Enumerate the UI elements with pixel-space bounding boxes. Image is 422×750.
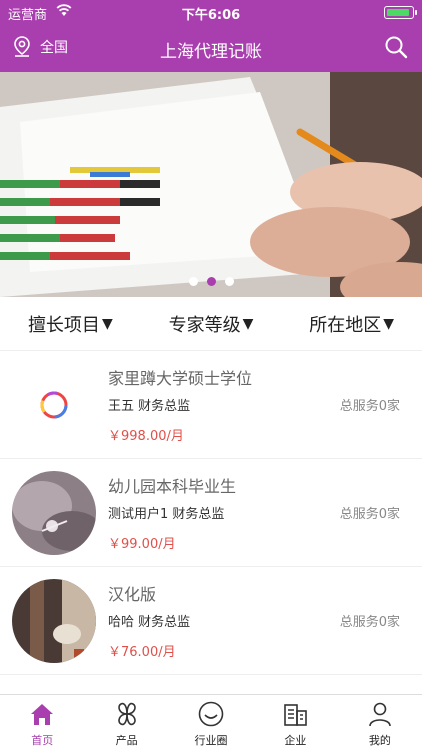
avatar [12, 579, 96, 663]
expert-role: 王五 财务总监 [108, 399, 191, 414]
list-item[interactable]: 幼儿园本科毕业生 测试用户1 财务总监 总服务0家 ￥99.00/月 [0, 459, 422, 567]
list-item[interactable]: 汉化版 哈哈 财务总监 总服务0家 ￥76.00/月 [0, 567, 422, 675]
avatar [12, 363, 96, 447]
tab-company[interactable]: 企业 [253, 695, 337, 750]
search-icon[interactable] [384, 35, 408, 59]
served-count: 总服务0家 [339, 507, 400, 522]
served-count: 总服务0家 [339, 615, 400, 630]
banner-image [0, 72, 422, 297]
tab-label: 首页 [31, 734, 54, 747]
filter-label: 专家等级 [168, 314, 241, 336]
app-screen: 运营商 下午6:06 全国 上海代理记账 擅长项目 ▼ 专家等级 ▼ 所在地区 … [0, 0, 422, 750]
product-icon [117, 702, 136, 726]
tab-label: 我的 [368, 734, 391, 747]
filter-bar: 擅长项目 ▼ 专家等级 ▼ 所在地区 ▼ [0, 297, 422, 351]
circle-icon [198, 701, 224, 727]
status-time: 下午6:06 [181, 8, 241, 23]
page-title: 上海代理记账 [160, 42, 262, 62]
company-icon [284, 704, 308, 726]
tab-product[interactable]: 产品 [84, 695, 168, 750]
expert-role: 测试用户1 财务总监 [108, 507, 225, 522]
dropdown-arrow-icon: ▼ [242, 315, 254, 332]
expert-name: 汉化版 [108, 585, 157, 604]
status-bar: 运营商 下午6:06 [0, 0, 422, 24]
price: ￥76.00/月 [108, 645, 176, 660]
banner-carousel[interactable] [0, 72, 422, 297]
carousel-dot[interactable] [188, 277, 198, 286]
expert-name: 家里蹲大学硕士学位 [108, 369, 253, 388]
nav-bar: 全国 上海代理记账 [0, 24, 422, 72]
top-bar: 运营商 下午6:06 全国 上海代理记账 [0, 0, 422, 72]
carousel-dots [0, 277, 422, 286]
avatar [12, 471, 96, 555]
filter-label: 擅长项目 [27, 314, 100, 336]
tab-label: 行业圈 [194, 734, 228, 747]
carousel-dot[interactable] [224, 277, 234, 286]
dropdown-arrow-icon: ▼ [101, 315, 113, 332]
expert-role: 哈哈 财务总监 [108, 615, 191, 630]
tab-mine[interactable]: 我的 [338, 695, 422, 750]
list-item[interactable]: 家里蹲大学硕士学位 王五 财务总监 总服务0家 ￥998.00/月 [0, 351, 422, 459]
battery-icon [384, 6, 417, 19]
tab-home[interactable]: 首页 [0, 695, 84, 750]
filter-specialty[interactable]: 擅长项目 ▼ [0, 297, 141, 350]
expert-list: 家里蹲大学硕士学位 王五 财务总监 总服务0家 ￥998.00/月 幼儿园本科毕… [0, 351, 422, 675]
tab-industry[interactable]: 行业圈 [169, 695, 253, 750]
dropdown-arrow-icon: ▼ [383, 315, 395, 332]
served-count: 总服务0家 [339, 399, 400, 414]
tab-label: 产品 [115, 734, 138, 747]
price: ￥99.00/月 [108, 537, 176, 552]
filter-label: 所在地区 [309, 314, 382, 336]
carousel-dot-active[interactable] [206, 277, 216, 286]
price: ￥998.00/月 [108, 429, 184, 444]
filter-region[interactable]: 所在地区 ▼ [281, 297, 422, 350]
filter-expert-level[interactable]: 专家等级 ▼ [141, 297, 282, 350]
expert-name: 幼儿园本科毕业生 [108, 477, 237, 496]
home-icon [31, 704, 54, 725]
tab-label: 企业 [284, 734, 307, 747]
tab-bar: 首页 产品 行业圈 企业 我的 [0, 694, 422, 750]
user-icon [369, 702, 391, 727]
